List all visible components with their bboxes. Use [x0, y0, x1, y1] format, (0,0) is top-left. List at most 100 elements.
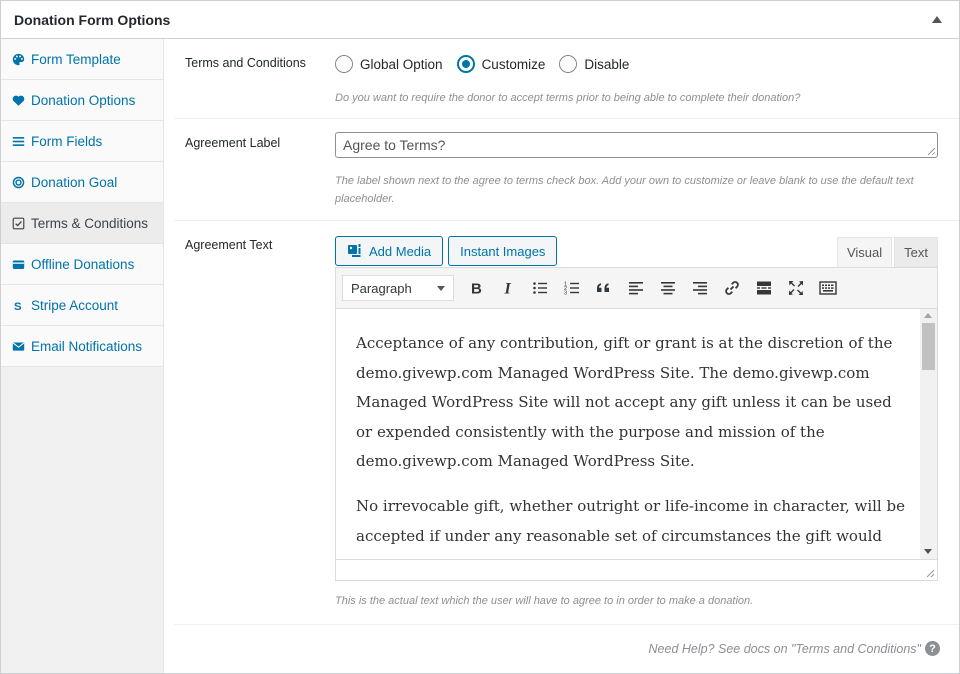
bold-icon: B: [471, 281, 482, 298]
agreement-label-input[interactable]: Agree to Terms?: [335, 132, 938, 158]
radio-circle[interactable]: [559, 55, 578, 73]
editor-content-area[interactable]: Acceptance of any contribution, gift or …: [336, 309, 937, 559]
toolbar-toggle-button[interactable]: [812, 274, 844, 302]
italic-button[interactable]: I: [492, 274, 524, 302]
format-select[interactable]: Paragraph: [342, 275, 454, 301]
sidebar-item-label: Stripe Account: [31, 297, 119, 313]
italic-icon: I: [504, 281, 512, 298]
options-sidebar: Form Template Donation Options Form Fiel…: [1, 39, 164, 673]
add-media-label: Add Media: [369, 243, 432, 259]
help-icon[interactable]: ?: [925, 641, 940, 656]
editor-toolbar: Paragraph B I 1 2 3: [336, 268, 937, 309]
agreement-label-description: The label shown next to the agree to ter…: [335, 175, 914, 205]
tab-text[interactable]: Text: [894, 237, 938, 267]
sidebar-item-donation-options[interactable]: Donation Options: [1, 80, 163, 121]
chevron-down-icon: [437, 285, 445, 291]
resize-grip-icon[interactable]: [928, 148, 935, 155]
sidebar-item-label: Donation Options: [31, 92, 136, 108]
radio-global-option[interactable]: Global Option: [335, 55, 443, 73]
sidebar-item-label: Form Fields: [31, 133, 103, 149]
blockquote-icon: [597, 283, 609, 292]
help-footer: Need Help? See docs on "Terms and Condit…: [649, 641, 940, 656]
sidebar-item-label: Offline Donations: [31, 256, 135, 272]
align-left-button[interactable]: [620, 274, 652, 302]
editor-paragraph: No irrevocable gift, whether outright or…: [356, 496, 905, 545]
wallet-icon: [12, 258, 25, 271]
editor-tabs: Visual Text: [836, 237, 938, 267]
align-center-button[interactable]: [652, 274, 684, 302]
svg-text:3: 3: [564, 291, 567, 297]
sidebar-item-email-notifications[interactable]: Email Notifications: [1, 326, 163, 367]
terms-description: Do you want to require the donor to acce…: [335, 92, 801, 104]
resize-grip-icon[interactable]: [927, 570, 934, 577]
numbered-list-button[interactable]: 123: [556, 274, 588, 302]
insert-link-button[interactable]: [716, 274, 748, 302]
media-bar: Add Media Instant Images Visual Text: [335, 235, 938, 267]
radio-circle-selected[interactable]: [456, 55, 475, 73]
sidebar-item-label: Form Template: [31, 51, 121, 67]
instant-images-button[interactable]: Instant Images: [448, 236, 558, 266]
format-select-value: Paragraph: [351, 280, 412, 296]
bold-button[interactable]: B: [460, 274, 492, 302]
sidebar-item-form-fields[interactable]: Form Fields: [1, 121, 163, 162]
align-right-icon: [693, 282, 707, 295]
blockquote-button[interactable]: [588, 274, 620, 302]
heart-icon: [12, 94, 25, 107]
scroll-up-icon[interactable]: [924, 313, 932, 318]
add-media-icon: [348, 244, 361, 257]
stripe-icon: S: [12, 299, 25, 311]
add-media-button[interactable]: Add Media: [335, 236, 444, 266]
sidebar-item-offline-donations[interactable]: Offline Donations: [1, 244, 163, 285]
options-content: Terms and Conditions Global Option Custo…: [164, 39, 959, 673]
svg-text:B: B: [471, 281, 482, 298]
sidebar-item-form-template[interactable]: Form Template: [1, 39, 163, 80]
agreement-label-row: Agreement Label Agree to Terms? The labe…: [174, 119, 959, 221]
scroll-thumb[interactable]: [922, 323, 935, 370]
bulleted-list-icon: [533, 282, 547, 294]
radio-label: Customize: [481, 56, 546, 72]
sidebar-item-label: Terms & Conditions: [31, 215, 149, 231]
radio-label: Disable: [584, 56, 630, 72]
metabox-title: Donation Form Options: [14, 11, 171, 28]
link-icon: [725, 281, 739, 295]
input-placeholder: Agree to Terms?: [343, 137, 446, 153]
align-center-icon: [661, 282, 675, 295]
editor-text[interactable]: Acceptance of any contribution, gift or …: [356, 329, 907, 559]
tab-visual[interactable]: Visual: [836, 237, 893, 267]
align-left-icon: [629, 282, 643, 295]
sidebar-item-donation-goal[interactable]: Donation Goal: [1, 162, 163, 203]
agreement-text-label: Agreement Text: [185, 238, 273, 252]
agreement-text-row: Agreement Text Add Media Instant Images …: [174, 221, 959, 625]
scroll-down-icon[interactable]: [924, 549, 932, 554]
read-more-button[interactable]: [748, 274, 780, 302]
editor-scrollbar[interactable]: [920, 309, 937, 559]
sidebar-item-terms-conditions[interactable]: Terms & Conditions: [1, 203, 163, 244]
svg-text:S: S: [14, 300, 22, 311]
metabox-header: Donation Form Options: [1, 1, 959, 39]
terms-conditions-label: Terms and Conditions: [185, 56, 306, 70]
radio-disable[interactable]: Disable: [559, 55, 629, 73]
radio-label: Global Option: [360, 56, 443, 72]
agreement-text-description: This is the actual text which the user w…: [335, 595, 754, 607]
editor-statusbar: [336, 559, 937, 580]
instant-images-label: Instant Images: [460, 243, 546, 259]
fullscreen-icon: [789, 281, 803, 295]
sidebar-item-stripe-account[interactable]: S Stripe Account: [1, 285, 163, 326]
target-icon: [12, 176, 25, 189]
editor-paragraph: Acceptance of any contribution, gift or …: [356, 334, 893, 471]
keyboard-icon: [819, 281, 837, 295]
donation-form-options-metabox: Donation Form Options Form Template Dona…: [0, 0, 960, 674]
collapse-toggle-icon[interactable]: [932, 16, 942, 23]
terms-radio-group: Global Option Customize Disable: [335, 53, 939, 75]
checkbox-icon: [12, 217, 25, 230]
list-icon: [12, 135, 25, 148]
radio-circle[interactable]: [335, 55, 353, 73]
numbered-list-icon: 123: [564, 282, 579, 297]
align-right-button[interactable]: [684, 274, 716, 302]
read-more-icon: [757, 281, 771, 295]
fullscreen-button[interactable]: [780, 274, 812, 302]
bulleted-list-button[interactable]: [524, 274, 556, 302]
sidebar-item-label: Email Notifications: [31, 338, 143, 354]
help-text[interactable]: Need Help? See docs on "Terms and Condit…: [649, 642, 921, 656]
radio-customize[interactable]: Customize: [456, 55, 546, 73]
